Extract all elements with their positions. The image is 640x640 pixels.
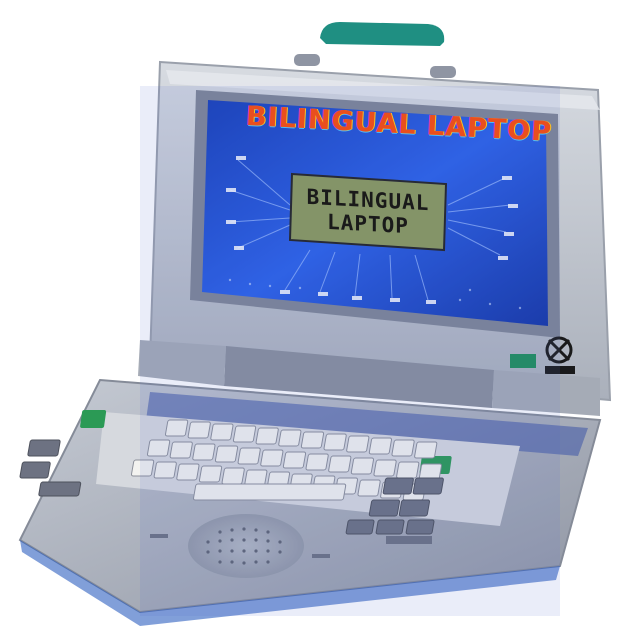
carry-handle [320,22,445,46]
toy-laptop-photo: BILINGUAL LAPTOP BILINGUAL LAPTOP [0,0,640,640]
green-key-left [80,410,107,428]
laptop-illustration [18,22,612,626]
latch-left [294,54,320,66]
latch-right [430,66,456,78]
lcd-readout: BILINGUAL LAPTOP [292,174,444,250]
lcd-line-2: LAPTOP [327,209,409,239]
lcd-line-1: BILINGUAL [306,184,430,216]
